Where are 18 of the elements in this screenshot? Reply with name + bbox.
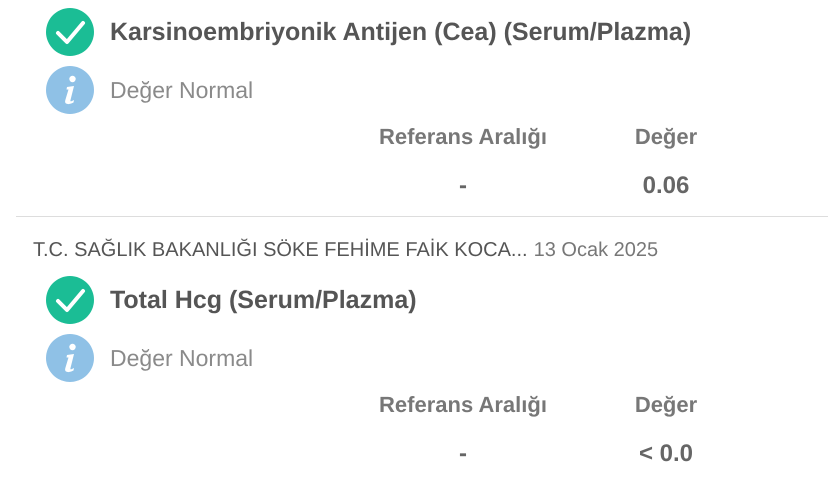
- info-icon: [46, 334, 94, 382]
- reference-range: -: [458, 439, 468, 469]
- lab-name: T.C. SAĞLIK BAKANLIĞI SÖKE FEHİME FAİK KOCA...: [33, 238, 528, 263]
- info-icon: [46, 66, 94, 114]
- column-header: Değer: [634, 123, 698, 151]
- result-date: 13 Ocak 2025: [534, 238, 658, 263]
- column-header: Değer: [634, 391, 698, 419]
- column-header: Referans Aralığı: [378, 391, 548, 419]
- test-name: Karsinoembriyonik Antijen (Cea) (Serum/Plazma): [110, 18, 692, 46]
- checkmark-icon: [46, 8, 94, 56]
- column-header: Referans Aralığı: [378, 123, 548, 151]
- result-value: < 0.0: [638, 439, 694, 469]
- status-text: Değer Normal: [110, 76, 254, 104]
- result-value: 0.06: [642, 171, 690, 201]
- status-text: Değer Normal: [110, 344, 254, 372]
- checkmark-icon: [46, 276, 94, 324]
- test-name: Total Hcg (Serum/Plazma): [110, 286, 417, 314]
- reference-range: -: [458, 171, 468, 201]
